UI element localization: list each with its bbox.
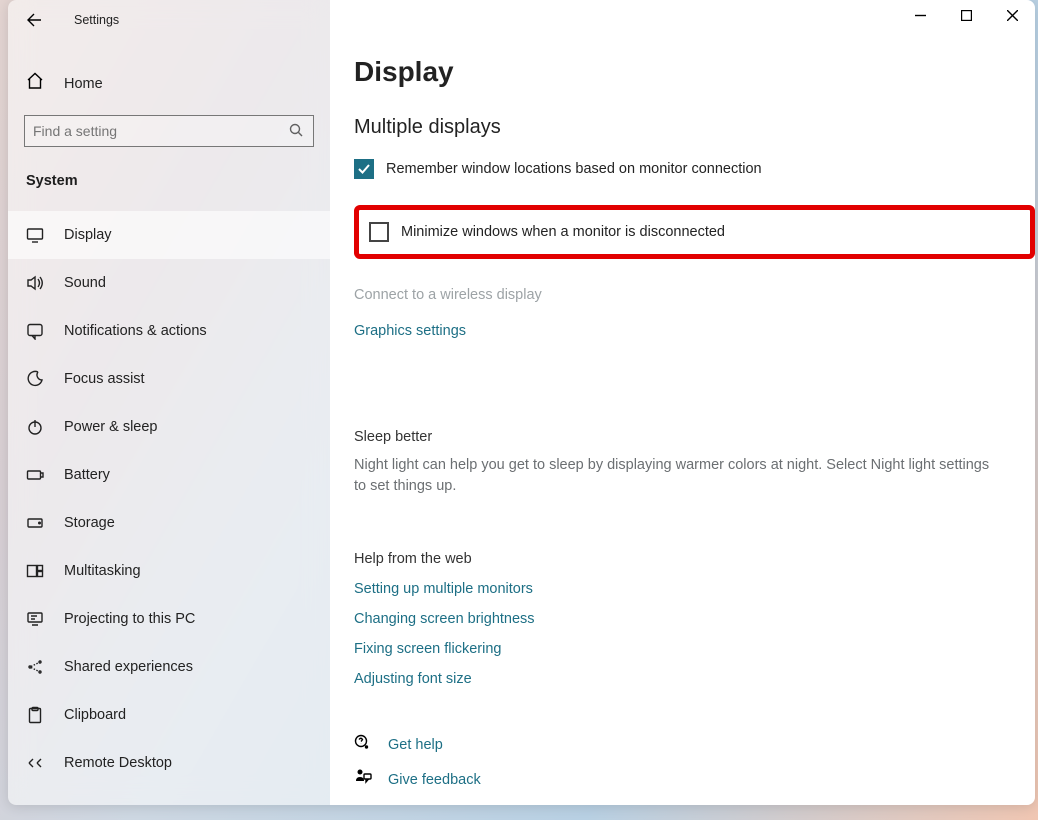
footer-links: Get help Give feedback (354, 733, 1035, 803)
get-help-row[interactable]: Get help (354, 733, 1035, 756)
sidebar-item-label: Focus assist (64, 371, 145, 387)
search-wrap (8, 103, 330, 147)
feedback-icon (354, 768, 372, 791)
minimize-icon (915, 10, 926, 21)
sidebar-item-projecting[interactable]: Projecting to this PC (8, 595, 330, 643)
minimize-windows-highlight: Minimize windows when a monitor is disco… (354, 205, 1035, 259)
home-icon (26, 72, 44, 95)
give-feedback-row[interactable]: Give feedback (354, 768, 1035, 791)
get-help-link[interactable]: Get help (388, 737, 443, 753)
window-buttons (897, 0, 1035, 30)
sidebar-item-label: Multitasking (64, 563, 141, 579)
main-panel: Display Multiple displays Remember windo… (330, 0, 1035, 805)
remember-locations-row: Remember window locations based on monit… (354, 159, 1035, 179)
maximize-icon (961, 10, 972, 21)
back-arrow-icon (26, 12, 42, 28)
sidebar-item-battery[interactable]: Battery (8, 451, 330, 499)
storage-icon (26, 514, 44, 532)
help-link[interactable]: Fixing screen flickering (354, 641, 1035, 657)
multiple-displays-heading: Multiple displays (354, 116, 1035, 139)
sidebar-item-power-sleep[interactable]: Power & sleep (8, 403, 330, 451)
remote-desktop-icon (26, 754, 44, 772)
multitasking-icon (26, 562, 44, 580)
clipboard-icon (26, 706, 44, 724)
search-icon (289, 123, 305, 139)
battery-icon (26, 466, 44, 484)
close-icon (1007, 10, 1018, 21)
close-window-button[interactable] (989, 0, 1035, 30)
sidebar-item-sound[interactable]: Sound (8, 259, 330, 307)
focus-assist-icon (26, 370, 44, 388)
get-help-icon (354, 733, 372, 756)
titlebar: Settings (8, 0, 330, 40)
power-icon (26, 418, 44, 436)
help-links: Setting up multiple monitors Changing sc… (354, 567, 1035, 687)
sidebar-item-label: Notifications & actions (64, 323, 207, 339)
sleep-better-heading: Sleep better (354, 429, 1035, 445)
maximize-window-button[interactable] (943, 0, 989, 30)
shared-icon (26, 658, 44, 676)
back-button[interactable] (16, 2, 52, 38)
remember-locations-label: Remember window locations based on monit… (386, 161, 762, 177)
sidebar-home-label: Home (64, 76, 103, 92)
help-link[interactable]: Setting up multiple monitors (354, 581, 1035, 597)
connect-wireless-display-link: Connect to a wireless display (354, 287, 1035, 303)
check-icon (357, 162, 371, 176)
search-box[interactable] (24, 115, 314, 147)
notifications-icon (26, 322, 44, 340)
sidebar-category: System (8, 147, 330, 189)
sidebar-home[interactable]: Home (8, 64, 330, 103)
page-title: Display (354, 56, 1035, 88)
sidebar: Settings Home System Display (8, 0, 330, 805)
minimize-windows-label: Minimize windows when a monitor is disco… (401, 224, 725, 240)
settings-window: Settings Home System Display (8, 0, 1035, 805)
display-icon (26, 226, 44, 244)
sidebar-item-label: Storage (64, 515, 115, 531)
sidebar-item-label: Shared experiences (64, 659, 193, 675)
app-title: Settings (74, 13, 119, 27)
give-feedback-link[interactable]: Give feedback (388, 772, 481, 788)
sidebar-item-label: Clipboard (64, 707, 126, 723)
sidebar-item-label: Remote Desktop (64, 755, 172, 771)
sleep-better-text: Night light can help you get to sleep by… (354, 455, 994, 497)
sidebar-item-storage[interactable]: Storage (8, 499, 330, 547)
minimize-window-button[interactable] (897, 0, 943, 30)
sidebar-item-label: Display (64, 227, 112, 243)
sidebar-item-display[interactable]: Display (8, 211, 330, 259)
help-link[interactable]: Changing screen brightness (354, 611, 1035, 627)
sidebar-item-label: Sound (64, 275, 106, 291)
sidebar-item-shared-experiences[interactable]: Shared experiences (8, 643, 330, 691)
search-input[interactable] (33, 123, 289, 139)
sidebar-nav: Display Sound Notifications & actions Fo… (8, 211, 330, 787)
sidebar-item-label: Power & sleep (64, 419, 158, 435)
sidebar-item-notifications[interactable]: Notifications & actions (8, 307, 330, 355)
sidebar-item-label: Projecting to this PC (64, 611, 195, 627)
sidebar-item-multitasking[interactable]: Multitasking (8, 547, 330, 595)
help-from-web-heading: Help from the web (354, 551, 1035, 567)
sidebar-item-clipboard[interactable]: Clipboard (8, 691, 330, 739)
graphics-settings-link[interactable]: Graphics settings (354, 323, 1035, 339)
sidebar-item-label: Battery (64, 467, 110, 483)
help-link[interactable]: Adjusting font size (354, 671, 1035, 687)
remember-locations-checkbox[interactable] (354, 159, 374, 179)
projecting-icon (26, 610, 44, 628)
sound-icon (26, 274, 44, 292)
sidebar-item-remote-desktop[interactable]: Remote Desktop (8, 739, 330, 787)
minimize-windows-checkbox[interactable] (369, 222, 389, 242)
sidebar-item-focus-assist[interactable]: Focus assist (8, 355, 330, 403)
